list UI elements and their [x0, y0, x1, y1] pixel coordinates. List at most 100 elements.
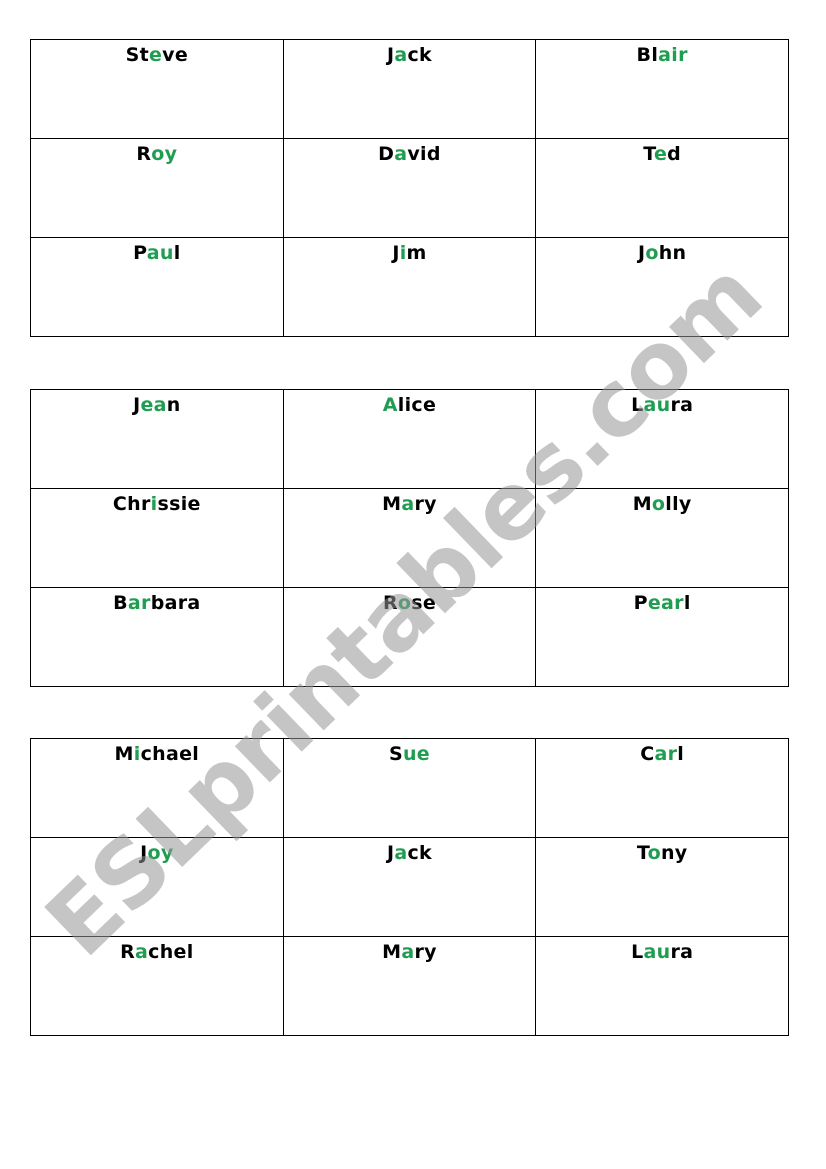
name-segment: Chr	[112, 493, 151, 515]
name-segment: ssie	[157, 493, 201, 515]
highlighted-vowel-segment: ue	[402, 743, 430, 765]
name-label: Pearl	[634, 592, 691, 614]
name-segment: ck	[407, 44, 432, 66]
highlighted-vowel-segment: e	[653, 143, 668, 165]
name-card: Chrissie	[30, 488, 284, 588]
name-segment: D	[378, 143, 395, 165]
name-label: Joy	[140, 842, 173, 864]
name-label: Carl	[640, 743, 684, 765]
table-row: Chrissie Mary Molly	[30, 488, 789, 588]
highlighted-vowel-segment: a	[401, 493, 415, 515]
name-segment: R	[136, 143, 152, 165]
name-card-table-3: Michael Sue Carl Joy Jack Tony Rachel Mary Laura	[30, 738, 789, 1036]
highlighted-vowel-segment: a	[135, 941, 149, 963]
name-segment: n	[166, 394, 181, 416]
name-card: Jean	[30, 389, 284, 489]
name-label: Michael	[115, 743, 200, 765]
name-card: Blair	[535, 39, 789, 139]
name-segment: S	[388, 743, 403, 765]
name-segment: bara	[150, 592, 201, 614]
highlighted-vowel-segment: e	[148, 44, 163, 66]
name-card: Jim	[282, 237, 537, 337]
highlighted-vowel-segment: i	[150, 493, 158, 515]
highlighted-vowel-segment: ar	[127, 592, 151, 614]
name-card: Rachel	[30, 936, 284, 1036]
highlighted-vowel-segment: o	[397, 592, 412, 614]
name-label: Molly	[633, 493, 692, 515]
name-card: Sue	[282, 738, 537, 838]
name-segment: J	[392, 242, 400, 264]
name-label: Jim	[392, 242, 426, 264]
highlighted-vowel-segment: A	[382, 394, 398, 416]
name-card-table-1: Steve Jack Blair Roy David Ted Paul Jim John	[30, 39, 789, 337]
name-label: Blair	[637, 44, 688, 66]
name-card: Mary	[282, 936, 537, 1036]
highlighted-vowel-segment: au	[643, 394, 671, 416]
name-segment: P	[133, 242, 147, 264]
name-card: Steve	[30, 39, 284, 139]
name-segment: l	[683, 592, 691, 614]
name-segment: l	[173, 242, 181, 264]
highlighted-vowel-segment: o	[645, 242, 659, 264]
name-label: Jack	[387, 842, 432, 864]
name-segment: se	[411, 592, 437, 614]
name-card: Molly	[535, 488, 789, 588]
highlighted-vowel-segment: a	[394, 842, 408, 864]
table-row: Roy David Ted	[30, 138, 789, 238]
highlighted-vowel-segment: air	[658, 44, 688, 66]
name-label: Mary	[382, 493, 437, 515]
name-segment: m	[406, 242, 427, 264]
table-row: Barbara Rose Pearl	[30, 587, 789, 687]
name-segment: lice	[397, 394, 437, 416]
name-label: Laura	[631, 394, 693, 416]
name-label: Tony	[637, 842, 688, 864]
highlighted-vowel-segment: i	[133, 743, 141, 765]
name-card: Pearl	[535, 587, 789, 687]
highlighted-vowel-segment: ear	[647, 592, 684, 614]
name-label: Alice	[383, 394, 436, 416]
name-segment: chael	[140, 743, 200, 765]
name-label: Paul	[133, 242, 181, 264]
highlighted-vowel-segment: i	[399, 242, 407, 264]
name-label: Jean	[133, 394, 181, 416]
name-label: Mary	[382, 941, 437, 963]
name-label: Steve	[126, 44, 188, 66]
highlighted-vowel-segment: o	[651, 493, 666, 515]
name-segment: hn	[658, 242, 687, 264]
name-label: Roy	[136, 143, 177, 165]
table-row: Michael Sue Carl	[30, 738, 789, 838]
name-label: Ted	[643, 143, 681, 165]
name-segment: P	[633, 592, 648, 614]
name-segment: ry	[414, 493, 437, 515]
highlighted-vowel-segment: au	[643, 941, 671, 963]
table-row: Steve Jack Blair	[30, 39, 789, 139]
highlighted-vowel-segment: ea	[140, 394, 167, 416]
name-card: John	[535, 237, 789, 337]
name-card: Laura	[535, 389, 789, 489]
highlighted-vowel-segment: au	[146, 242, 174, 264]
name-segment: d	[667, 143, 682, 165]
highlighted-vowel-segment: a	[394, 44, 408, 66]
name-card-table-2: Jean Alice Laura Chrissie Mary Molly Barbara Ro…	[30, 389, 789, 687]
name-label: David	[378, 143, 441, 165]
name-card: Barbara	[30, 587, 284, 687]
name-segment: St	[125, 44, 149, 66]
name-label: Rose	[383, 592, 436, 614]
name-label: Barbara	[113, 592, 200, 614]
name-segment: B	[113, 592, 128, 614]
name-segment: L	[631, 394, 644, 416]
name-segment: ra	[670, 394, 694, 416]
name-label: Chrissie	[113, 493, 201, 515]
name-segment: Bl	[636, 44, 659, 66]
name-card: Jack	[282, 39, 537, 139]
name-segment: R	[382, 592, 398, 614]
name-segment: ry	[414, 941, 437, 963]
name-segment: M	[114, 743, 134, 765]
table-row: Joy Jack Tony	[30, 837, 789, 937]
name-segment: L	[631, 941, 644, 963]
name-card: Mary	[282, 488, 537, 588]
name-segment: C	[640, 743, 655, 765]
name-segment: T	[643, 143, 654, 165]
highlighted-vowel-segment: oy	[151, 143, 178, 165]
name-segment: M	[632, 493, 652, 515]
